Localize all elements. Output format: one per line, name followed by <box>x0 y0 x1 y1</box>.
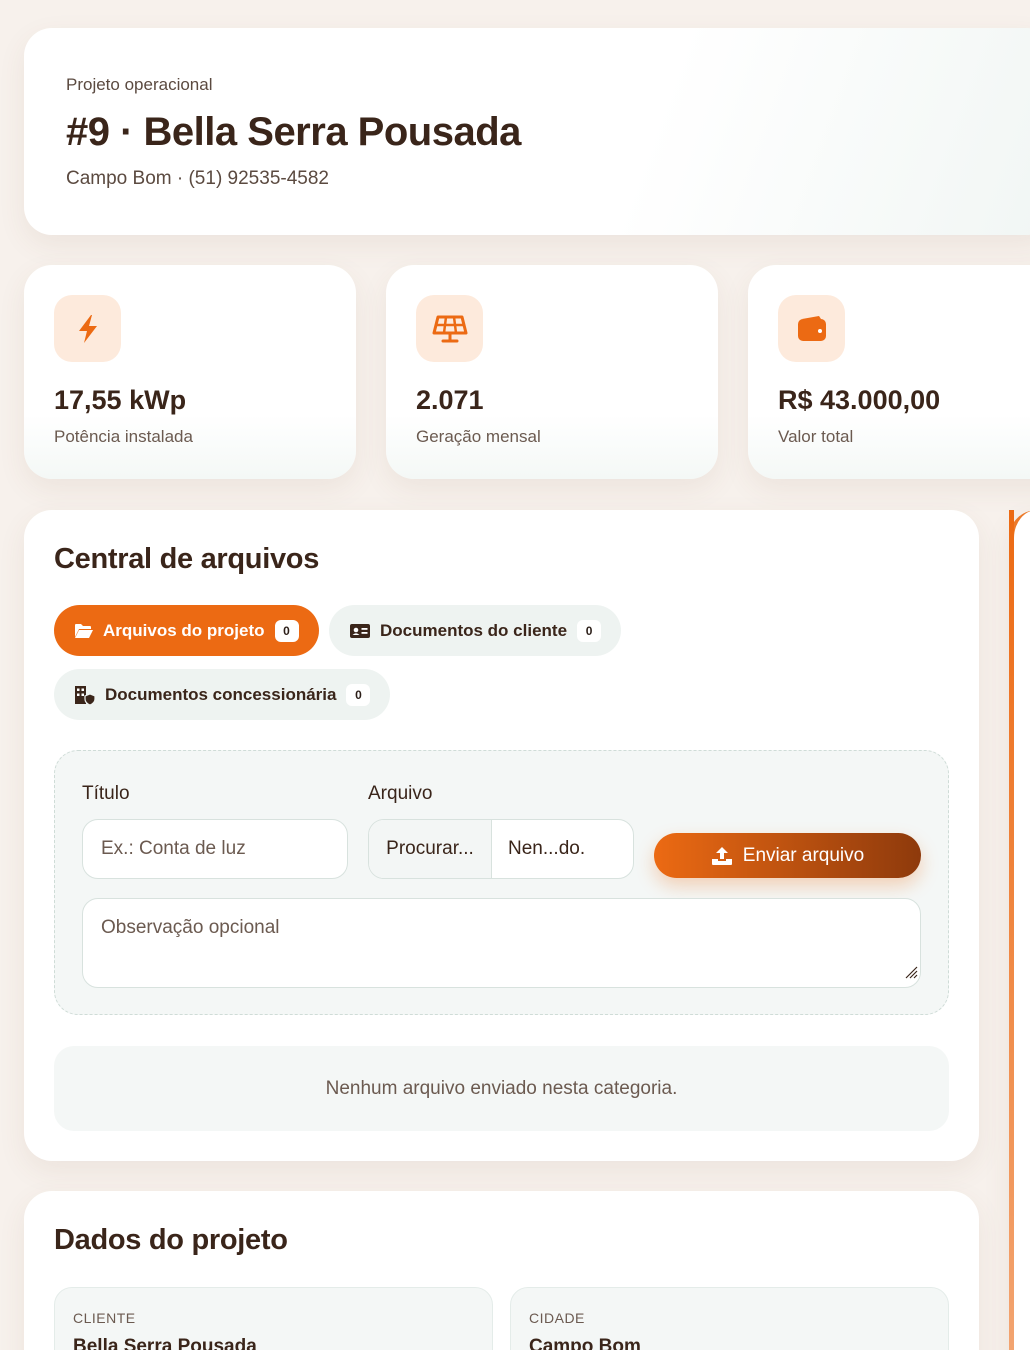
bolt-icon <box>54 295 121 362</box>
files-card: Central de arquivos Arquivos do projeto … <box>24 510 979 1161</box>
resize-grip-icon[interactable] <box>902 963 918 985</box>
tab-label: Documentos do cliente <box>380 620 568 640</box>
send-button-label: Enviar arquivo <box>742 844 865 866</box>
data-tile-city: CIDADE Campo Bom <box>510 1287 949 1350</box>
header-subtitle: Campo Bom · (51) 92535-4582 <box>66 168 329 189</box>
notes-placeholder: Observação opcional <box>101 917 280 938</box>
notes-textarea[interactable]: Observação opcional <box>82 898 921 988</box>
data-key: CIDADE <box>529 1310 585 1326</box>
stat-value: 2.071 <box>416 385 484 415</box>
project-data-card: Dados do projeto CLIENTE Bella Serra Pou… <box>24 1191 979 1350</box>
selected-file-name: Nen...do. <box>508 838 586 859</box>
file-input[interactable]: Procurar... Nen...do. <box>368 819 634 879</box>
upload-icon <box>711 846 733 866</box>
solar-panel-icon <box>416 295 483 362</box>
title-input[interactable]: Ex.: Conta de luz <box>82 819 348 879</box>
data-tile-client: CLIENTE Bella Serra Pousada <box>54 1287 493 1350</box>
folder-open-icon <box>74 623 94 639</box>
data-value: Bella Serra Pousada <box>73 1336 257 1350</box>
file-field-label: Arquivo <box>368 783 433 804</box>
tab-count-badge: 0 <box>346 683 371 706</box>
stat-card-generation: 2.071 Geração mensal <box>386 265 718 479</box>
wallet-icon <box>778 295 845 362</box>
tab-project-files[interactable]: Arquivos do projeto 0 <box>54 605 319 656</box>
send-file-button[interactable]: Enviar arquivo <box>654 833 921 878</box>
title-field-label: Título <box>82 783 130 804</box>
empty-state-message: Nenhum arquivo enviado nesta categoria. <box>54 1046 949 1131</box>
data-value: Campo Bom <box>529 1336 641 1350</box>
data-key: CLIENTE <box>73 1310 136 1326</box>
stat-label: Geração mensal <box>416 427 541 446</box>
stat-value: 17,55 kWp <box>54 385 187 415</box>
side-panel <box>1009 510 1030 1350</box>
page-title: #9 · Bella Serra Pousada <box>66 110 521 154</box>
upload-form: Título Ex.: Conta de luz Arquivo Procura… <box>54 750 949 1015</box>
tab-utility-documents[interactable]: Documentos concessionária 0 <box>54 669 391 720</box>
tab-count-badge: 0 <box>274 619 299 642</box>
files-title: Central de arquivos <box>54 543 320 575</box>
stat-value: R$ 43.000,00 <box>778 385 941 415</box>
stat-card-value: R$ 43.000,00 Valor total <box>748 265 1030 479</box>
project-data-title: Dados do projeto <box>54 1224 288 1256</box>
stat-label: Valor total <box>778 427 854 446</box>
tab-label: Arquivos do projeto <box>103 620 265 640</box>
header-eyebrow: Projeto operacional <box>66 75 213 94</box>
id-card-icon <box>349 623 371 639</box>
browse-button[interactable]: Procurar... <box>369 820 492 878</box>
project-header: Projeto operacional #9 · Bella Serra Pou… <box>24 28 1030 235</box>
stat-card-power: 17,55 kWp Potência instalada <box>24 265 356 479</box>
tab-count-badge: 0 <box>577 619 602 642</box>
building-shield-icon <box>74 685 96 705</box>
tab-label: Documentos concessionária <box>105 684 337 704</box>
stat-label: Potência instalada <box>54 427 193 446</box>
tab-client-documents[interactable]: Documentos do cliente 0 <box>329 605 622 656</box>
